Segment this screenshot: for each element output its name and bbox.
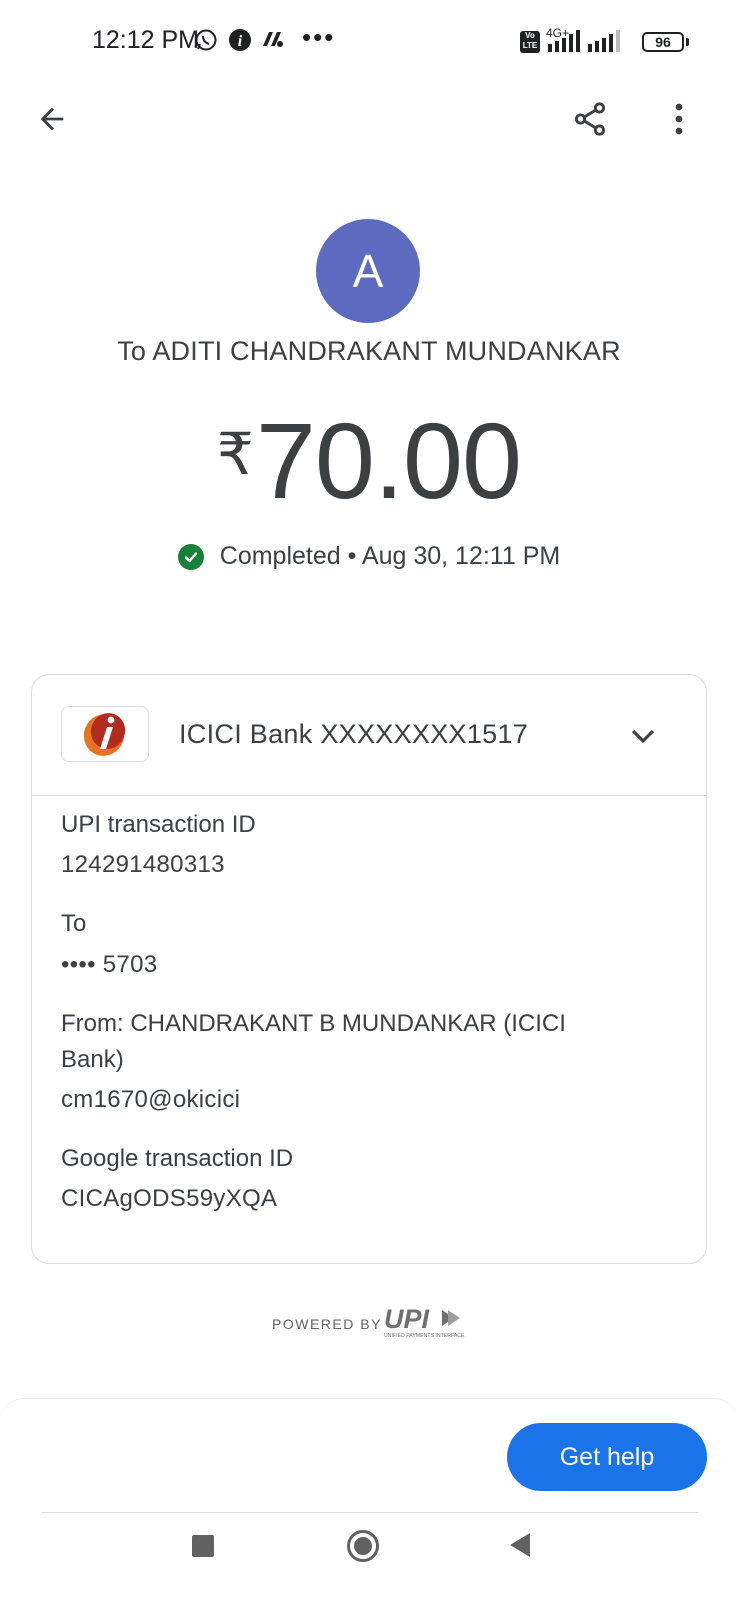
status-time: 12:12 PM [92, 26, 200, 54]
app-notification-icon [260, 28, 286, 57]
arrow-left-icon [40, 107, 64, 131]
upi-logo-subtext: UNIFIED PAYMENTS INTERFACE [384, 1333, 465, 1339]
bank-account-row[interactable]: ICICI Bank XXXXXXXX1517 [32, 675, 706, 796]
icici-bank-logo [61, 706, 149, 762]
chevron-down-icon [626, 719, 660, 758]
status-bar: 12:12 PM i ••• Vo LTE 4G+ 96 [0, 0, 738, 86]
more-vert-icon [675, 103, 683, 135]
from-upi-id-value: cm1670@okicici [61, 1086, 241, 1113]
google-transaction-id-label: Google transaction ID [61, 1145, 294, 1172]
divider [41, 1512, 698, 1513]
battery-icon: 96 [642, 32, 684, 52]
whatsapp-icon [194, 28, 218, 57]
signal-icon-2 [588, 30, 622, 57]
home-button[interactable] [346, 1529, 380, 1568]
square-icon [192, 1535, 214, 1557]
volte-icon: Vo LTE [520, 31, 540, 53]
amount-value: 70.00 [255, 400, 522, 521]
triangle-back-icon [510, 1533, 530, 1557]
from-label-line1: From: CHANDRAKANT B MUNDANKAR (ICICI [61, 1010, 566, 1037]
recent-apps-button[interactable] [191, 1534, 215, 1563]
bank-account-name: ICICI Bank XXXXXXXX1517 [179, 719, 529, 749]
currency-symbol: ₹ [216, 422, 254, 487]
status-text: Completed • Aug 30, 12:11 PM [219, 542, 561, 570]
amount: ₹70.00 [0, 398, 738, 523]
back-nav-button[interactable] [508, 1532, 532, 1563]
upi-transaction-id-value: 124291480313 [61, 851, 225, 878]
upi-transaction-id-label: UPI transaction ID [61, 811, 256, 838]
upi-logo-text: UPI [384, 1304, 430, 1334]
icici-notification-icon: i [228, 28, 252, 57]
from-label-line2: Bank) [61, 1046, 124, 1073]
share-button[interactable] [566, 95, 614, 143]
check-circle-icon [177, 543, 204, 570]
transaction-details-card: ICICI Bank XXXXXXXX1517 UPI transaction … [31, 674, 707, 1264]
to-account-value: •••• 5703 [61, 951, 158, 978]
powered-by-label: POWERED BY [272, 1316, 382, 1332]
recipient-name: To ADITI CHANDRAKANT MUNDANKAR [117, 336, 621, 366]
share-icon [574, 102, 606, 136]
home-circle-icon [347, 1530, 379, 1562]
transaction-status: Completed • Aug 30, 12:11 PM [0, 542, 738, 571]
battery-tip [686, 38, 689, 46]
avatar: A [316, 219, 420, 323]
back-button[interactable] [28, 95, 76, 143]
more-options-button[interactable] [655, 95, 703, 143]
more-notifications-icon: ••• [302, 22, 336, 52]
google-transaction-id-value: CICAgODS59yXQA [61, 1185, 278, 1212]
upi-logo: UPI UNIFIED PAYMENTS INTERFACE [384, 1304, 466, 1340]
svg-text:i: i [238, 33, 243, 50]
to-label: To [61, 910, 87, 937]
signal-icon-1 [548, 30, 582, 57]
get-help-button[interactable]: Get help [507, 1423, 707, 1491]
